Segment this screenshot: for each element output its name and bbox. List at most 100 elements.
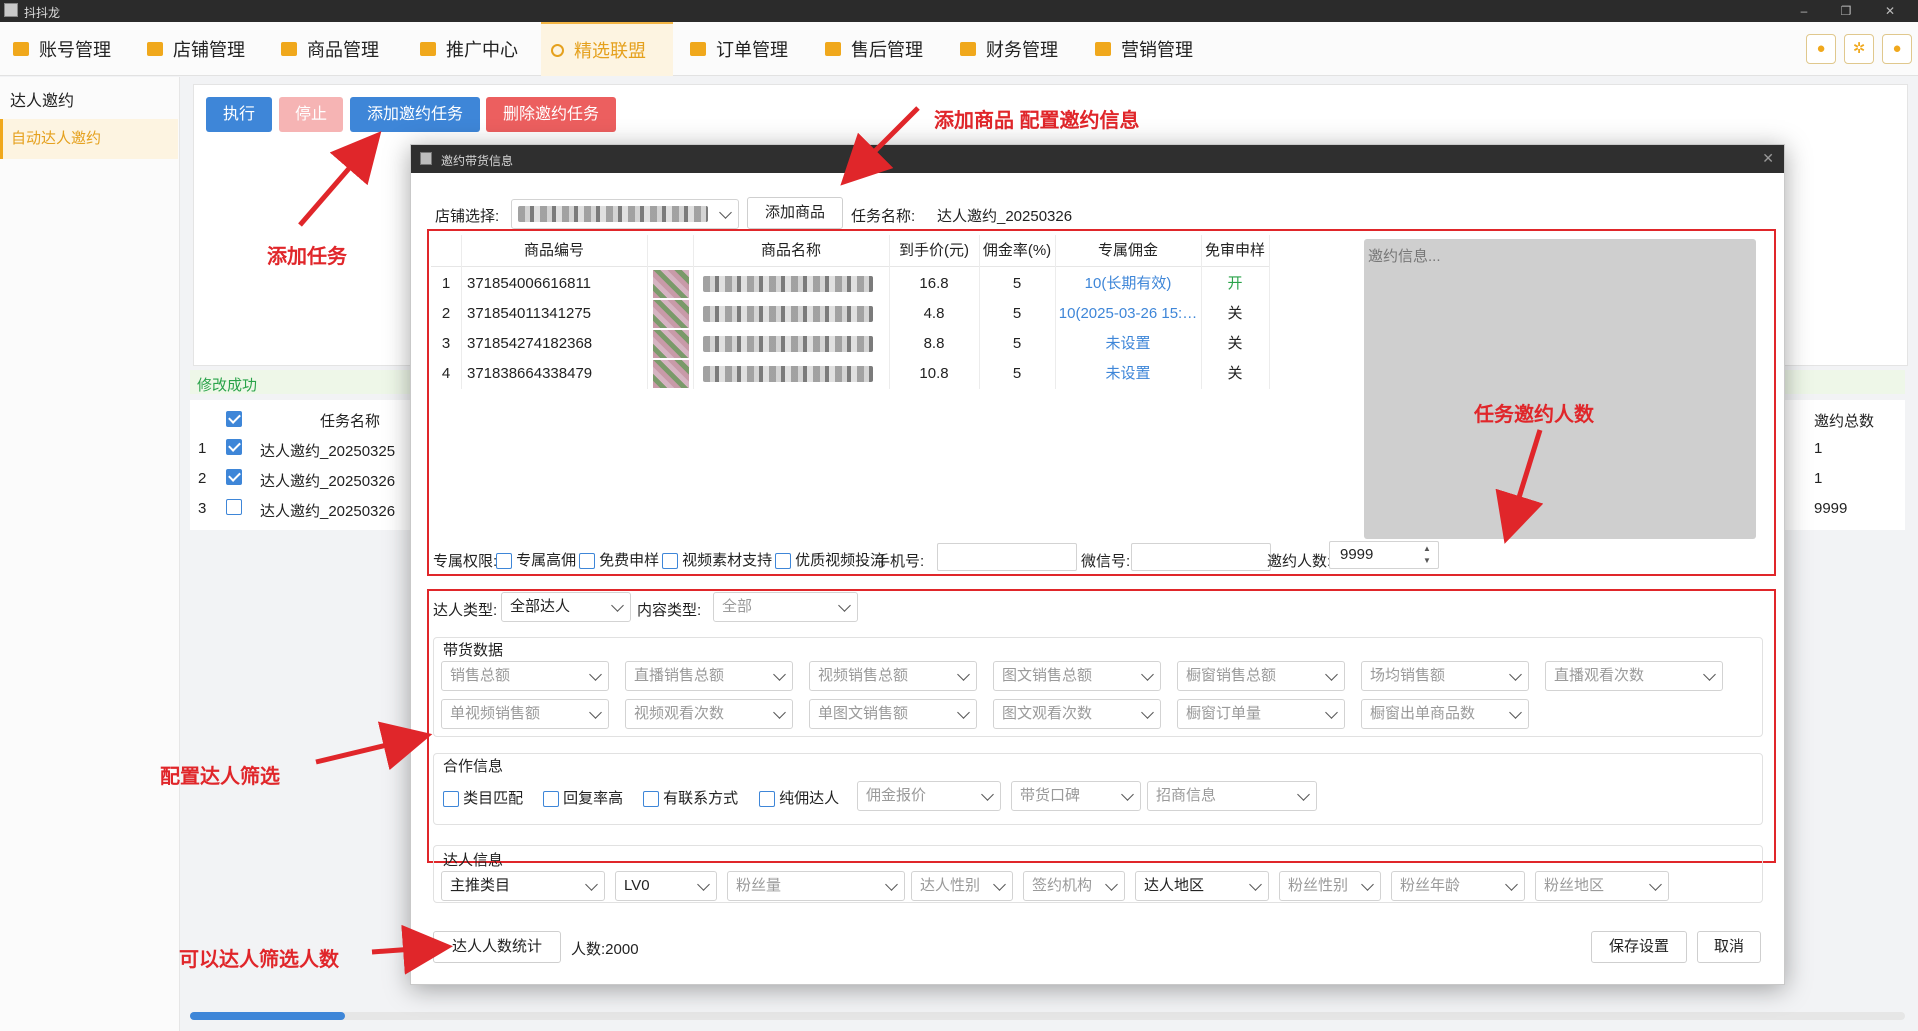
row-checkbox[interactable] (226, 498, 242, 516)
row-checkbox[interactable] (226, 438, 242, 456)
perm-exclusive-high-commission[interactable]: 专属高佣 (496, 549, 576, 570)
tab-promotion[interactable]: 推广中心 (410, 22, 540, 76)
tab-product[interactable]: 商品管理 (271, 22, 401, 76)
scrollbar-thumb[interactable] (190, 1012, 345, 1020)
select-fans-region[interactable]: 粉丝地区 (1535, 871, 1669, 901)
stepper-up-icon[interactable]: ▲ (1420, 543, 1434, 555)
profile-icon[interactable]: ● (1882, 34, 1912, 64)
sample-toggle[interactable]: 关 (1201, 329, 1269, 359)
minimize-icon[interactable]: – (1794, 2, 1814, 20)
count-influencers-button[interactable]: 达人人数统计 (433, 931, 561, 963)
horizontal-scrollbar[interactable] (190, 1012, 1905, 1020)
select-fans-gender[interactable]: 粉丝性别 (1279, 871, 1381, 901)
select-influencer-gender[interactable]: 达人性别 (911, 871, 1013, 901)
wechat-input[interactable] (1131, 543, 1271, 571)
close-icon[interactable]: ✕ (1762, 150, 1774, 167)
filter-window-sales[interactable]: 橱窗销售总额 (1177, 661, 1345, 691)
row-checkbox[interactable] (226, 468, 242, 486)
select-level[interactable]: LV0 (615, 871, 717, 901)
filter-single-image-sales[interactable]: 单图文销售额 (809, 699, 977, 729)
select-all-checkbox[interactable] (226, 410, 242, 440)
select-agency[interactable]: 签约机构 (1023, 871, 1125, 901)
select-fans-count[interactable]: 粉丝量 (727, 871, 905, 901)
commission-link[interactable]: 未设置 (1055, 359, 1201, 389)
tab-orders[interactable]: 订单管理 (680, 22, 810, 76)
filter-single-video-sales[interactable]: 单视频销售额 (441, 699, 609, 729)
product-id-cell: 371854011341275 (467, 305, 592, 322)
commission-link[interactable]: 未设置 (1055, 329, 1201, 359)
run-button[interactable]: 执行 (206, 97, 272, 132)
filter-video-views[interactable]: 视频观看次数 (625, 699, 793, 729)
content-type-select[interactable]: 全部 (713, 592, 858, 622)
select-merchant-info[interactable]: 招商信息 (1147, 781, 1317, 811)
invite-info-textarea[interactable]: 邀约信息... (1364, 239, 1756, 539)
select-sales-reputation[interactable]: 带货口碑 (1011, 781, 1141, 811)
invite-count-value: 9999 (1340, 546, 1374, 563)
commission-link[interactable]: 10(2025-03-26 15:… (1055, 299, 1201, 329)
tab-marketing[interactable]: 营销管理 (1085, 22, 1215, 76)
index-header (431, 235, 461, 267)
cancel-button[interactable]: 取消 (1697, 931, 1761, 963)
task-name-cell[interactable]: 达人邀约_20250326 (260, 500, 395, 521)
check-pure-commission[interactable]: 纯佣达人 (759, 787, 839, 808)
app-icon (4, 3, 18, 17)
task-name-cell[interactable]: 达人邀约_20250325 (260, 440, 395, 461)
gear-icon[interactable]: ✲ (1844, 34, 1874, 64)
task-name-cell[interactable]: 达人邀约_20250326 (260, 470, 395, 491)
perm-video-material[interactable]: 视频素材支持 (662, 549, 772, 570)
check-has-contact[interactable]: 有联系方式 (643, 787, 738, 808)
tab-selected-alliance[interactable]: 精选联盟 (541, 22, 673, 76)
product-thumbnail (653, 300, 689, 328)
sample-toggle[interactable]: 关 (1201, 299, 1269, 329)
perm-video-promotion[interactable]: 优质视频投流 (775, 549, 885, 570)
phone-input[interactable] (937, 543, 1077, 571)
delete-invite-task-button[interactable]: 删除邀约任务 (486, 97, 616, 132)
select-main-category[interactable]: 主推类目 (441, 871, 605, 901)
filter-image-text-sales[interactable]: 图文销售总额 (993, 661, 1161, 691)
close-icon[interactable]: ✕ (1880, 2, 1900, 20)
invite-count-stepper[interactable]: 9999 ▲ ▼ (1329, 541, 1439, 569)
perm-free-sample[interactable]: 免费申样 (579, 549, 659, 570)
stepper-down-icon[interactable]: ▼ (1420, 555, 1434, 567)
dialog-titlebar: 邀约带货信息 ✕ (411, 145, 1784, 173)
product-id-cell: 371838664338479 (467, 365, 593, 382)
filter-live-sales[interactable]: 直播销售总额 (625, 661, 793, 691)
price-cell: 4.8 (923, 305, 945, 322)
filter-avg-sales[interactable]: 场均销售额 (1361, 661, 1529, 691)
filter-live-views[interactable]: 直播观看次数 (1545, 661, 1723, 691)
filter-window-products[interactable]: 橱窗出单商品数 (1361, 699, 1529, 729)
shop-select[interactable] (511, 199, 739, 229)
add-product-button[interactable]: 添加商品 (747, 197, 843, 229)
row-index: 1 (441, 275, 451, 292)
select-influencer-region[interactable]: 达人地区 (1135, 871, 1269, 901)
influencer-type-select[interactable]: 全部达人 (501, 592, 631, 622)
filter-window-orders[interactable]: 橱窗订单量 (1177, 699, 1345, 729)
select-fans-age[interactable]: 粉丝年龄 (1391, 871, 1525, 901)
tab-after-sales[interactable]: 售后管理 (815, 22, 945, 76)
price-cell: 16.8 (919, 275, 949, 292)
restore-icon[interactable]: ❐ (1836, 2, 1856, 20)
check-category-match[interactable]: 类目匹配 (443, 787, 523, 808)
tab-account[interactable]: 账号管理 (3, 22, 133, 76)
filter-image-views[interactable]: 图文观看次数 (993, 699, 1161, 729)
stop-button[interactable]: 停止 (279, 97, 343, 132)
add-invite-task-button[interactable]: 添加邀约任务 (350, 97, 480, 132)
tab-finance[interactable]: 财务管理 (950, 22, 1080, 76)
commission-link[interactable]: 10(长期有效) (1055, 269, 1201, 299)
invite-count-label: 邀约人数: (1267, 553, 1332, 570)
filter-total-sales[interactable]: 销售总额 (441, 661, 609, 691)
tab-shop[interactable]: 店铺管理 (137, 22, 267, 76)
annotation-add-product: 添加商品 配置邀约信息 (934, 110, 1140, 132)
select-commission-quote[interactable]: 佣金报价 (857, 781, 1001, 811)
invite-total-cell: 1 (1814, 470, 1823, 487)
sidebar-item-auto-invite[interactable]: 自动达人邀约 (0, 119, 178, 159)
rate-cell: 5 (1012, 365, 1022, 382)
save-settings-button[interactable]: 保存设置 (1591, 931, 1687, 963)
filter-video-sales[interactable]: 视频销售总额 (809, 661, 977, 691)
check-high-reply-rate[interactable]: 回复率高 (543, 787, 623, 808)
task-name-value[interactable]: 达人邀约_20250326 (937, 205, 1072, 226)
user-icon[interactable]: ● (1806, 34, 1836, 64)
row-index: 3 (198, 500, 207, 517)
sample-toggle[interactable]: 开 (1201, 269, 1269, 299)
sample-toggle[interactable]: 关 (1201, 359, 1269, 389)
